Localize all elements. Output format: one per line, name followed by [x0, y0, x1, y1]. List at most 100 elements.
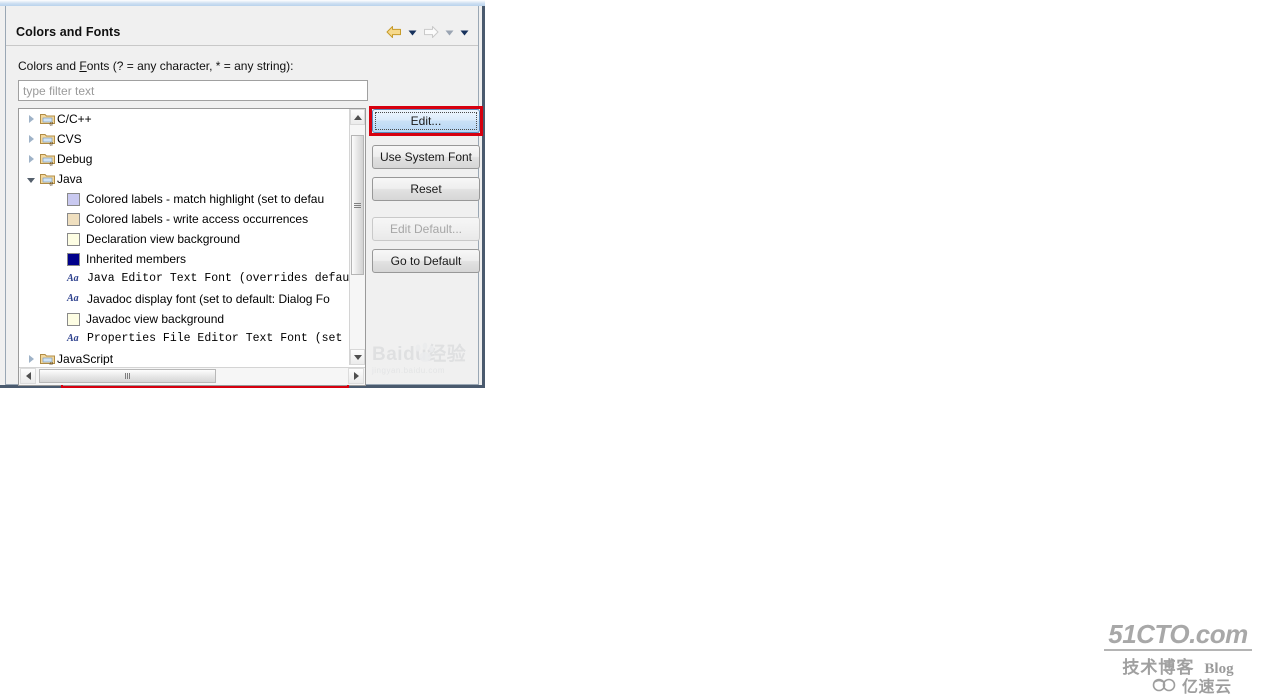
navigation-toolbar — [385, 24, 470, 40]
chevron-down-icon — [445, 30, 454, 35]
font-aa-icon: Aa — [67, 293, 79, 304]
cto-watermark-cn: 技术博客 — [1122, 658, 1195, 677]
svg-text:a: a — [50, 120, 54, 128]
svg-text:a: a — [50, 180, 54, 188]
expand-toggle[interactable] — [23, 355, 39, 363]
chevron-down-icon — [27, 178, 35, 183]
filter-label-after: onts (? = any character, * = any string)… — [86, 59, 294, 73]
tree-item-label: Inherited members — [86, 252, 187, 266]
titlebar: Colors and Fonts — [6, 6, 478, 46]
scroll-up-button[interactable] — [350, 109, 365, 125]
tree-item-inherited-members[interactable]: Inherited members — [19, 249, 349, 269]
tree-item-properties-file-editor-text-font[interactable]: Aa Properties File Editor Text Font (set — [19, 329, 349, 349]
scroll-left-button[interactable] — [20, 368, 36, 384]
chevron-right-icon — [28, 155, 34, 163]
filter-label-before: Colors and — [18, 59, 80, 73]
arrow-left-icon — [25, 372, 31, 380]
tree-item-label: JavaScript — [57, 352, 114, 365]
color-swatch-icon — [67, 252, 80, 266]
baidu-watermark-text: Baidu经验 — [372, 344, 482, 366]
expand-toggle[interactable] — [23, 135, 39, 143]
tree-item-label: Colored labels - match highlight (set to… — [86, 192, 325, 206]
chevron-down-icon — [408, 30, 417, 35]
tree-item-colored-labels-write-access[interactable]: Colored labels - write access occurrence… — [19, 209, 349, 229]
tree-item-java[interactable]: a Java — [19, 169, 349, 189]
scroll-right-button[interactable] — [348, 368, 364, 384]
tree-item-label: Colored labels - write access occurrence… — [86, 212, 309, 226]
vertical-scroll-thumb[interactable] — [351, 135, 364, 275]
tree-item-colored-labels-match-highlight[interactable]: Colored labels - match highlight (set to… — [19, 189, 349, 209]
expand-toggle[interactable] — [23, 115, 39, 123]
cto-watermark: 51CTO.com 技术博客 Blog — [1098, 620, 1258, 678]
folder-a-icon: a — [40, 154, 55, 168]
tree-item-javadoc-display-font[interactable]: Aa Javadoc display font (set to default:… — [19, 289, 349, 309]
tree-item-javadoc-view-background[interactable]: Javadoc view background — [19, 309, 349, 329]
chevron-right-icon — [28, 115, 34, 123]
reset-button[interactable]: Reset — [372, 177, 480, 201]
colors-and-fonts-window: Colors and Fonts Colors and Fonts (? = a… — [0, 0, 485, 388]
baidu-cn-text: 经验 — [427, 344, 467, 365]
tree-item-label: Debug — [57, 152, 93, 166]
window-inner: Colors and Fonts Colors and Fonts (? = a… — [5, 6, 483, 388]
collapse-toggle[interactable] — [23, 175, 39, 183]
color-swatch-icon — [67, 232, 80, 246]
tree-item-debug[interactable]: a Debug — [19, 149, 349, 169]
view-menu-button[interactable] — [459, 27, 470, 38]
baidu-main-text: Baidu — [372, 344, 428, 365]
scroll-down-button[interactable] — [350, 349, 365, 365]
tree-item-label: CVS — [57, 132, 82, 146]
grip-icon — [125, 373, 130, 379]
yisuyun-watermark: 亿速云 — [1152, 673, 1232, 697]
grip-icon — [354, 202, 361, 208]
svg-text:a: a — [50, 160, 54, 168]
tree-item-c-cpp[interactable]: a C/C++ — [19, 109, 349, 129]
arrow-right-icon — [424, 26, 439, 38]
svg-text:a: a — [50, 360, 54, 366]
edit-default-button-label: Edit Default... — [389, 222, 463, 236]
chevron-right-icon — [28, 355, 34, 363]
edit-button-label: Edit... — [410, 114, 442, 128]
tree-item-label: Java — [57, 172, 83, 186]
colors-and-fonts-tree[interactable]: a C/C++ a CVS a Debug a Java Colored lab… — [18, 108, 366, 388]
folder-a-icon: a — [40, 114, 55, 128]
edit-button[interactable]: Edit... — [372, 109, 480, 133]
yisuyun-watermark-text: 亿速云 — [1182, 679, 1232, 696]
tree-item-javascript[interactable]: a JavaScript — [19, 349, 349, 365]
horizontal-scroll-thumb[interactable] — [39, 369, 216, 383]
back-button[interactable] — [385, 24, 403, 40]
use-system-font-button[interactable]: Use System Font — [372, 145, 480, 169]
expand-toggle[interactable] — [23, 155, 39, 163]
back-history-dropdown[interactable] — [407, 27, 418, 38]
use-system-font-button-label: Use System Font — [379, 150, 473, 164]
color-swatch-icon — [67, 212, 80, 226]
filter-input[interactable] — [18, 80, 368, 101]
tree-item-cvs[interactable]: a CVS — [19, 129, 349, 149]
font-aa-icon: Aa — [67, 333, 79, 344]
tree-item-label: Javadoc view background — [86, 312, 225, 326]
go-to-default-button[interactable]: Go to Default — [372, 249, 480, 273]
screenshot-root: Colors and Fonts Colors and Fonts (? = a… — [0, 0, 1261, 698]
tree-item-label: Declaration view background — [86, 232, 241, 246]
tree-vertical-scrollbar[interactable] — [349, 109, 365, 365]
folder-a-icon: a — [40, 134, 55, 148]
cto-watermark-divider — [1104, 649, 1252, 651]
arrow-left-icon — [386, 26, 401, 38]
tree-item-java-editor-text-font[interactable]: Aa Java Editor Text Font (overrides defa… — [19, 269, 349, 289]
go-to-default-button-label: Go to Default — [390, 254, 462, 268]
arrow-down-icon — [353, 354, 362, 360]
tree-viewport: a C/C++ a CVS a Debug a Java Colored lab… — [19, 109, 349, 365]
tree-horizontal-scrollbar[interactable] — [19, 367, 365, 385]
chevron-right-icon — [28, 135, 34, 143]
cloud-icon — [1152, 678, 1176, 692]
filter-label-mnemonic: F — [79, 59, 87, 73]
forward-button[interactable] — [422, 24, 440, 40]
arrow-right-icon — [353, 372, 359, 380]
tree-item-label: Java Editor Text Font (overrides defau — [87, 272, 349, 285]
cto-watermark-subline: 技术博客 Blog — [1098, 653, 1258, 678]
tree-item-label: Properties File Editor Text Font (set — [87, 332, 343, 345]
svg-text:a: a — [50, 140, 54, 148]
folder-a-icon: a — [40, 354, 55, 366]
tree-item-declaration-view-background[interactable]: Declaration view background — [19, 229, 349, 249]
forward-history-dropdown[interactable] — [444, 27, 455, 38]
tree-item-label: C/C++ — [57, 112, 92, 126]
